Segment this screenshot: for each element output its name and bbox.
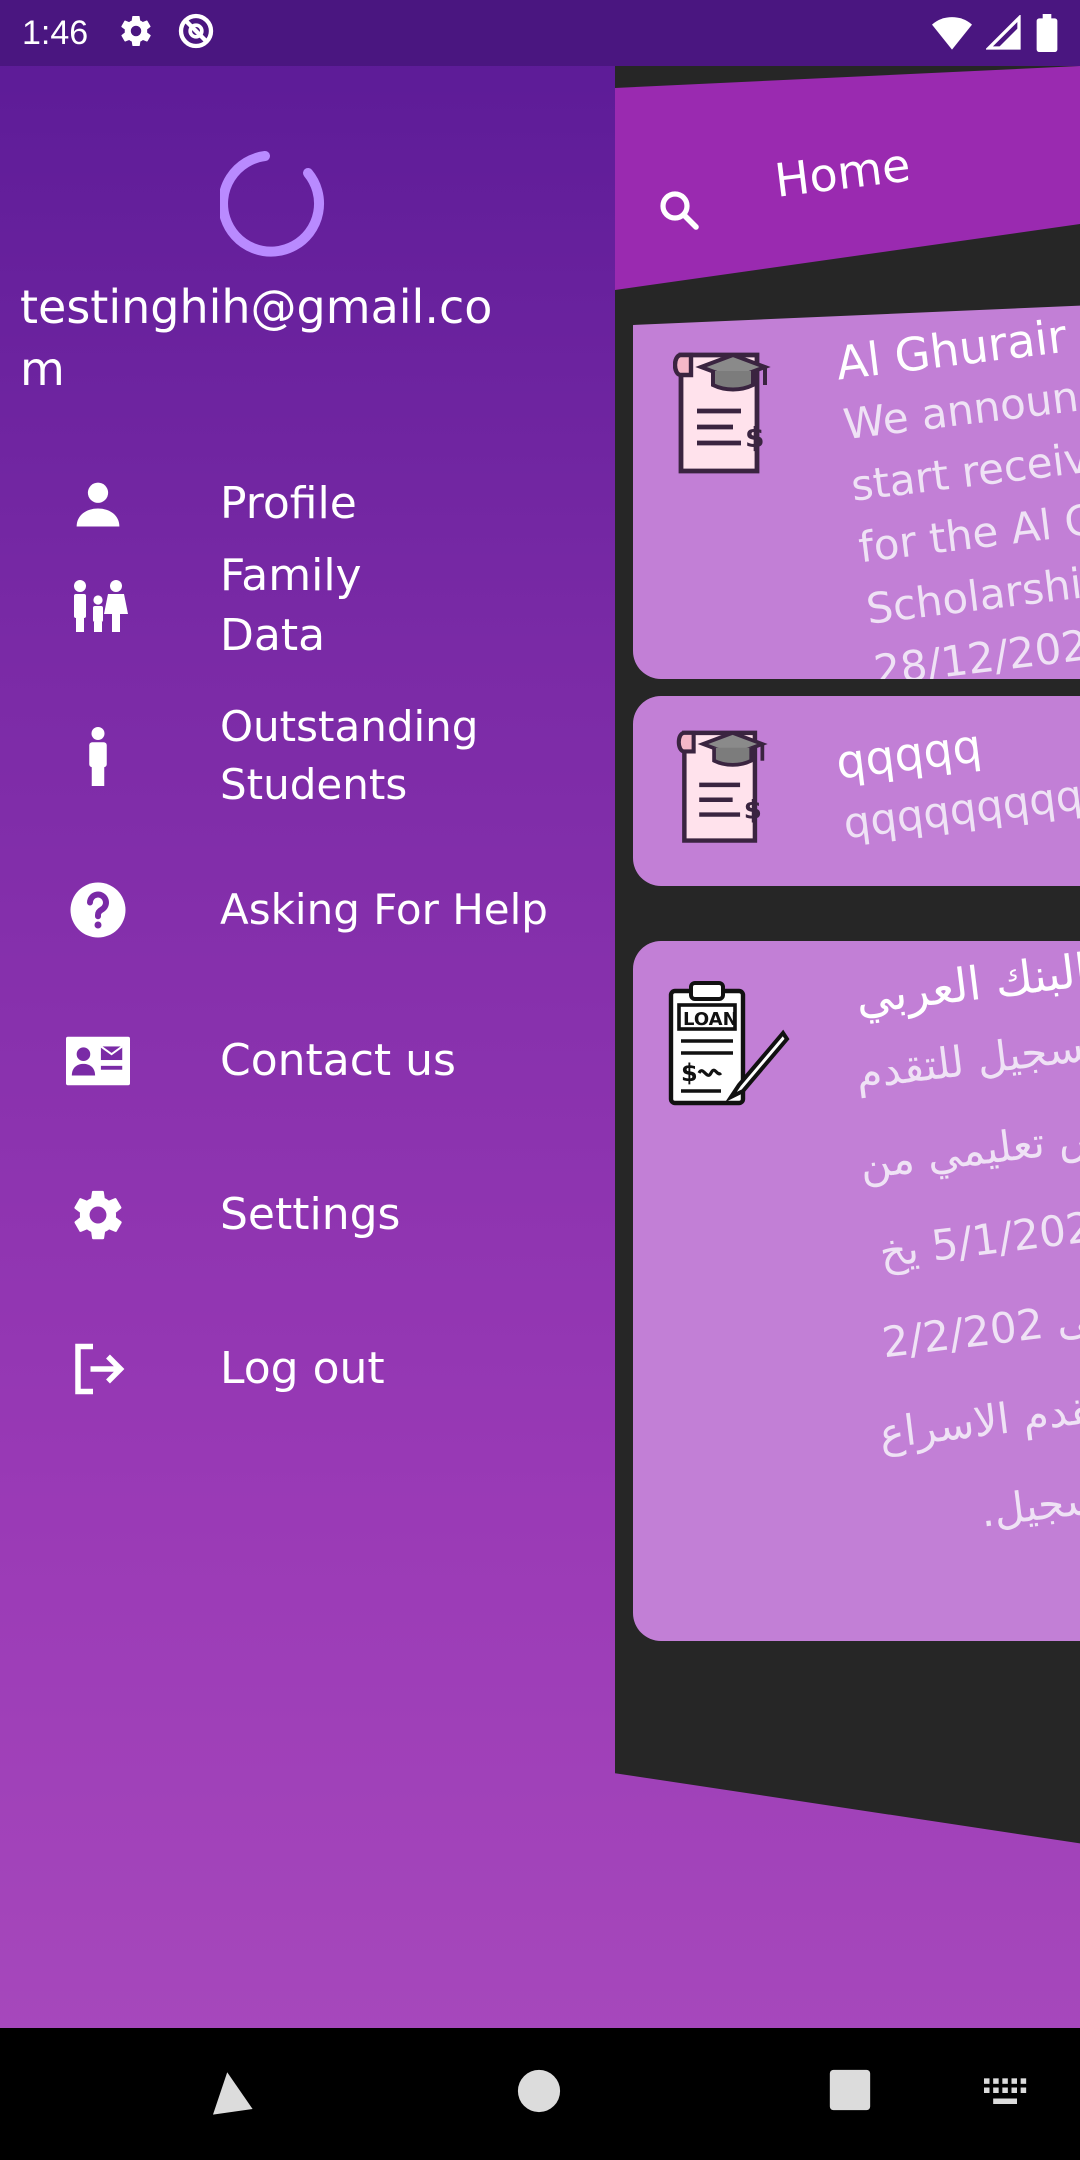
person-icon bbox=[66, 472, 130, 536]
navigation-drawer: testinghih@gmail.com Profile Family Data… bbox=[0, 66, 615, 2028]
menu-item-label: Family Data bbox=[220, 550, 362, 661]
svg-text:$: $ bbox=[744, 795, 762, 825]
menu-item-outstanding-students[interactable]: Outstanding Students bbox=[0, 696, 615, 816]
menu-item-asking-for-help[interactable]: Asking For Help bbox=[0, 850, 615, 970]
family-icon bbox=[66, 574, 130, 638]
home-screen-preview[interactable]: Home $ Al Ghurair We announc start recei… bbox=[615, 66, 1080, 2028]
help-icon bbox=[66, 878, 130, 942]
app-bar-title: Home bbox=[771, 137, 914, 208]
menu-item-contact-us[interactable]: Contact us bbox=[0, 1001, 615, 1121]
announcement-card-text: qqqqq qqqqqqqqqq bbox=[833, 704, 1080, 856]
svg-text:$: $ bbox=[681, 1059, 698, 1087]
svg-text:$: $ bbox=[745, 421, 764, 454]
gear-icon bbox=[66, 1183, 130, 1247]
menu-item-label: Asking For Help bbox=[220, 885, 548, 934]
announcement-card[interactable]: $ qqqqq qqqqqqqqqq bbox=[633, 696, 1080, 886]
gear-icon bbox=[118, 13, 154, 53]
system-nav-bar bbox=[0, 2028, 1080, 2160]
recents-icon[interactable] bbox=[828, 2068, 872, 2116]
menu-item-label: Settings bbox=[220, 1189, 401, 1240]
logout-icon bbox=[66, 1337, 130, 1401]
battery-icon bbox=[1036, 14, 1058, 56]
scholarship-certificate-icon: $ bbox=[673, 718, 783, 852]
loading-spinner-icon bbox=[220, 151, 325, 257]
contact-card-icon bbox=[66, 1029, 130, 1093]
menu-item-family-data[interactable]: Family Data bbox=[0, 541, 615, 671]
scholarship-certificate-icon: $ bbox=[672, 339, 783, 483]
announcement-card[interactable]: $ Al Ghurair We announc start receivi fo… bbox=[633, 299, 1080, 679]
menu-item-settings[interactable]: Settings bbox=[0, 1155, 615, 1275]
loan-clipboard-icon: LOAN $ bbox=[667, 981, 791, 1115]
menu-item-label: Profile bbox=[220, 478, 357, 529]
user-email: testinghih@gmail.com bbox=[20, 280, 493, 396]
menu-item-label: Outstanding Students bbox=[220, 702, 479, 809]
status-time: 1:46 bbox=[22, 13, 89, 52]
menu-item-log-out[interactable]: Log out bbox=[0, 1309, 615, 1429]
circle-slash-icon bbox=[176, 11, 216, 55]
menu-item-label: Log out bbox=[220, 1343, 385, 1394]
svg-text:LOAN: LOAN bbox=[683, 1009, 738, 1030]
announcement-card-text: البنك العربي تسجيل للتقدم ض تعليمي من 5/… bbox=[823, 943, 1080, 1569]
home-icon[interactable] bbox=[516, 2068, 562, 2118]
announcement-card[interactable]: LOAN $ البنك العربي تسجيل للتقدم ض تعليم… bbox=[633, 941, 1080, 1641]
menu-item-label: Contact us bbox=[220, 1035, 456, 1086]
back-icon[interactable] bbox=[206, 2068, 254, 2120]
wifi-icon bbox=[932, 15, 972, 55]
status-bar: 1:46 bbox=[0, 0, 1080, 66]
student-icon bbox=[66, 724, 130, 788]
announcement-card-text: Al Ghurair We announc start receivi for … bbox=[833, 305, 1080, 679]
keyboard-icon[interactable] bbox=[984, 2078, 1028, 2112]
search-icon[interactable] bbox=[655, 186, 703, 238]
signal-icon bbox=[985, 14, 1022, 55]
